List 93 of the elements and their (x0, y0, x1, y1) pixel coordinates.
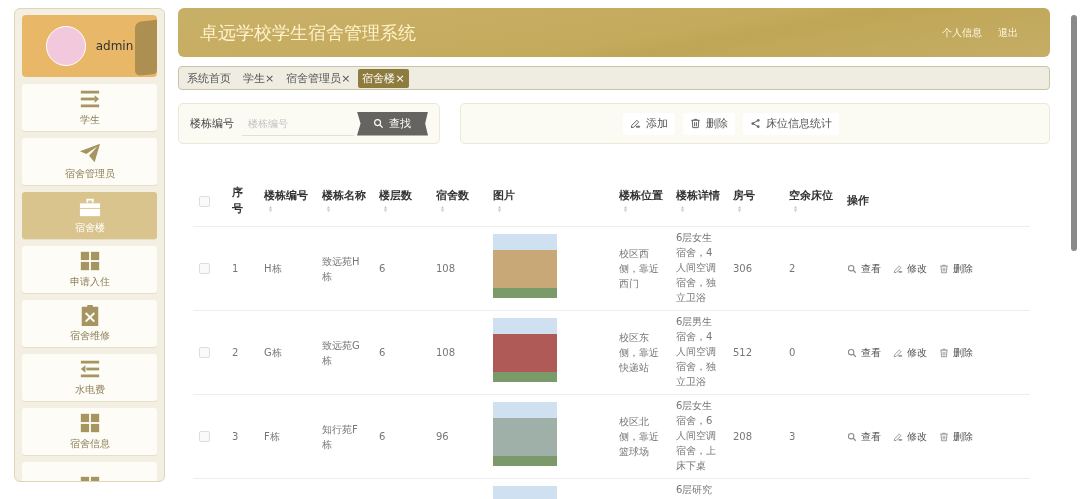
search-icon (847, 263, 857, 274)
sidebar-item[interactable]: 水电费 (22, 354, 157, 401)
row-action-link[interactable]: 删除 (939, 261, 973, 276)
row-checkbox[interactable] (199, 347, 210, 358)
field-label: 楼栋编号 (190, 116, 234, 131)
table-cell: 校区西侧，靠近西门 (619, 248, 659, 289)
table-cell: 208 (733, 431, 753, 442)
column-header[interactable]: 楼栋详情 (670, 176, 727, 227)
column-header: 操作 (841, 176, 1030, 227)
list-left-icon (78, 358, 101, 380)
search-icon (373, 118, 384, 129)
row-action-link[interactable]: 查看 (847, 261, 881, 276)
table-cell: 512 (733, 347, 753, 358)
table-cell: H栋 (264, 263, 282, 274)
table-cell: 2 (789, 263, 796, 274)
table-cell: 6 (379, 263, 386, 274)
table-cell: 3 (232, 431, 239, 442)
sidebar-item[interactable]: 学生 (22, 84, 157, 131)
table-cell: 6 (379, 431, 386, 442)
row-checkbox[interactable] (199, 263, 210, 274)
table-cell: 108 (436, 263, 456, 274)
row-action-link[interactable]: 查看 (847, 429, 881, 444)
table-cell: F栋 (264, 431, 280, 442)
column-header: 序号 (226, 176, 258, 227)
table-cell: 96 (436, 431, 449, 442)
trash-icon (690, 118, 701, 129)
column-header[interactable]: 房号 (727, 176, 783, 227)
pencil-icon (893, 347, 903, 358)
table-cell: 知行苑F栋 (322, 423, 358, 450)
column-header[interactable]: 宿舍数 (430, 176, 487, 227)
row-checkbox[interactable] (199, 431, 210, 442)
row-action-link[interactable]: 修改 (893, 429, 927, 444)
trash-icon (939, 431, 949, 442)
column-header[interactable]: 楼栋位置 (613, 176, 670, 227)
breadcrumb-tab[interactable]: 学生× (239, 68, 279, 88)
column-header[interactable]: 楼栋名称 (316, 176, 373, 227)
search-icon (847, 347, 857, 358)
toolbar-button[interactable]: 添加 (623, 112, 675, 135)
sidebar-item[interactable]: 宿舍信息 (22, 408, 157, 455)
share-icon (750, 118, 761, 129)
column-header[interactable]: 空余床位 (783, 176, 841, 227)
table-cell: 6层女生宿舍，4人间空调宿舍，独立卫浴 (676, 232, 716, 303)
user-name: admin (95, 39, 134, 53)
pencil-icon (893, 431, 903, 442)
table-cell: 6层研究 (676, 484, 713, 495)
column-header[interactable]: 楼层数 (373, 176, 430, 227)
column-header[interactable]: 楼栋编号 (258, 176, 316, 227)
breadcrumb-tab[interactable]: 宿舍管理员× (282, 68, 355, 88)
briefcase-icon (78, 196, 101, 218)
pencil-icon (893, 263, 903, 274)
photo-placeholder (493, 318, 557, 382)
trash-icon (939, 263, 949, 274)
breadcrumb-tab[interactable]: 宿舍楼× (358, 68, 409, 88)
table-cell: 1 (232, 263, 239, 274)
table-cell: 0 (789, 347, 796, 358)
row-action-link[interactable]: 删除 (939, 429, 973, 444)
photo-placeholder (493, 402, 557, 466)
row-action-link[interactable]: 查看 (847, 345, 881, 360)
grid-icon (78, 412, 101, 434)
row-action-link[interactable]: 修改 (893, 345, 927, 360)
scrollbar-thumb[interactable] (1071, 15, 1077, 251)
toolbar-button[interactable]: 删除 (683, 112, 735, 135)
sidebar-item[interactable]: 宿舍维修 (22, 300, 157, 347)
trash-icon (939, 347, 949, 358)
row-action-link[interactable]: 修改 (893, 261, 927, 276)
table-cell: 2 (232, 347, 239, 358)
search-icon (847, 431, 857, 442)
column-header[interactable]: 图片 (487, 176, 613, 227)
table-cell: G栋 (264, 347, 282, 358)
table-cell: 108 (436, 347, 456, 358)
table-cell: 3 (789, 431, 796, 442)
sidebar-item[interactable]: 申请入住 (22, 246, 157, 293)
paper-plane-icon (78, 142, 101, 164)
toolbar-button[interactable]: 床位信息统计 (743, 112, 839, 135)
table-cell: 306 (733, 263, 753, 274)
sidebar-item[interactable]: 宿舍管理员 (22, 138, 157, 185)
grid-icon (78, 250, 101, 272)
table-cell: 致远苑G栋 (322, 339, 360, 366)
table-cell: 6层女生宿舍，6人间空调宿舍，上床下桌 (676, 400, 716, 471)
pencil-icon (630, 118, 641, 129)
table-cell: 校区北侧，靠近篮球场 (619, 416, 659, 457)
select-all-checkbox[interactable] (199, 195, 210, 207)
avatar (45, 26, 86, 66)
table-cell: 致远苑H栋 (322, 255, 360, 282)
app-title: 卓远学校学生宿舍管理系统 (200, 20, 417, 45)
row-action-link[interactable]: 删除 (939, 345, 973, 360)
photo-placeholder (493, 234, 557, 298)
folded-corner (135, 19, 157, 77)
table-cell: 6 (379, 347, 386, 358)
table-cell: 校区东侧，靠近快递站 (619, 332, 659, 373)
breadcrumb-tab[interactable]: 系统首页 (183, 68, 235, 88)
list-arrow-icon (78, 88, 101, 110)
table-cell: 6层男生宿舍，4人间空调宿舍，独立卫浴 (676, 316, 716, 387)
